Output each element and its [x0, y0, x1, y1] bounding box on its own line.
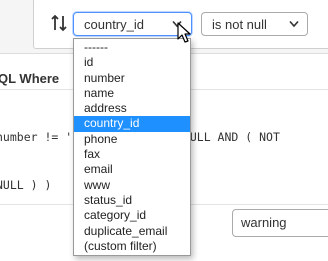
severity-select-value: warning	[241, 215, 287, 230]
dropdown-option[interactable]: category_id	[74, 208, 190, 223]
dropdown-option[interactable]: fax	[74, 147, 190, 162]
field-select-value: country_id	[84, 17, 144, 32]
dropdown-option[interactable]: status_id	[74, 193, 190, 208]
dropdown-option[interactable]: number	[74, 71, 190, 86]
mouse-cursor-icon	[177, 22, 191, 43]
operator-select[interactable]: is not null	[201, 12, 308, 36]
dropdown-option[interactable]: phone	[74, 132, 190, 147]
dropdown-option[interactable]: address	[74, 101, 190, 116]
dropdown-option[interactable]: www	[74, 178, 190, 193]
dropdown-option-selected[interactable]: country_id	[74, 116, 190, 132]
dropdown-option[interactable]: email	[74, 162, 190, 177]
sort-arrows-icon[interactable]	[51, 14, 67, 32]
dropdown-option[interactable]: name	[74, 86, 190, 101]
operator-select-value: is not null	[212, 17, 267, 32]
field-select[interactable]: country_id	[73, 12, 192, 36]
dropdown-option[interactable]: id	[74, 55, 190, 70]
sql-where-title: QL Where	[0, 71, 60, 86]
severity-select[interactable]: warning	[232, 209, 328, 237]
dropdown-option[interactable]: (custom filter)	[74, 239, 190, 254]
dropdown-option[interactable]: duplicate_email	[74, 224, 190, 239]
chevron-down-icon	[289, 20, 299, 28]
field-dropdown-list[interactable]: ------ id number name address country_id…	[73, 38, 191, 256]
dropdown-option[interactable]: ------	[74, 40, 190, 55]
